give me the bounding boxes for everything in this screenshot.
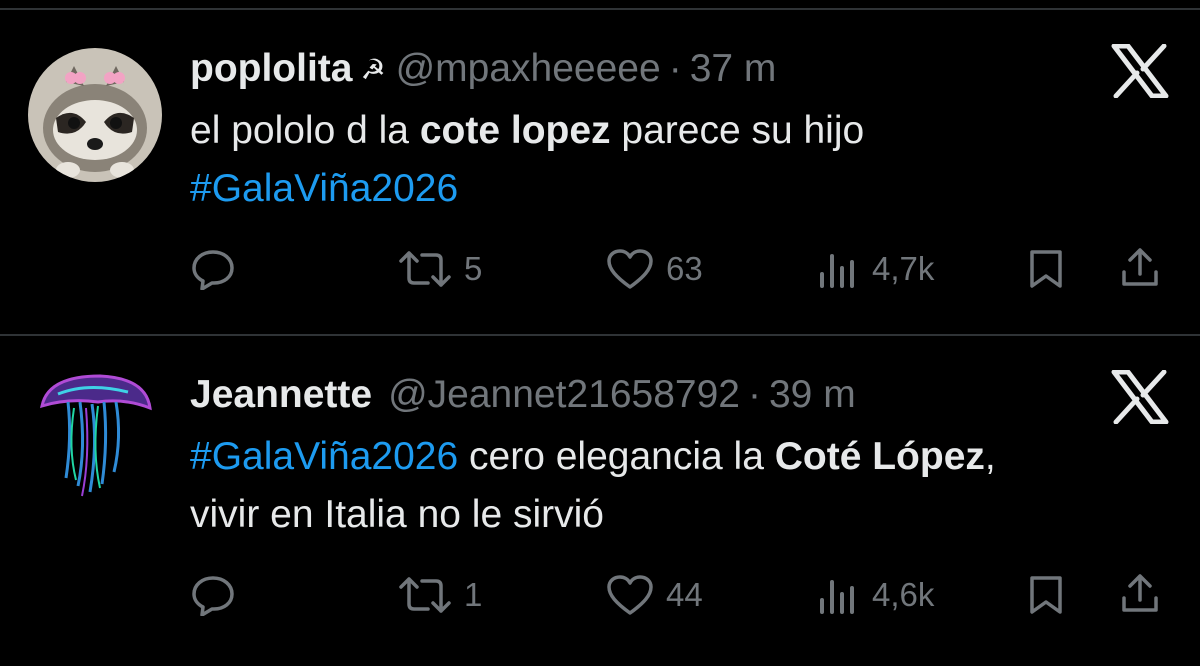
- display-name[interactable]: poplolita: [190, 47, 352, 91]
- tweet-1[interactable]: poplolita ☭ @mpaxheeeee · 37 m el pololo…: [0, 0, 1200, 334]
- repost-count: 5: [464, 250, 483, 287]
- text-segment: el pololo d la: [190, 109, 420, 152]
- bold-mention: cote lopez: [419, 109, 611, 152]
- separator-dot: ·: [747, 373, 761, 416]
- like-icon: [607, 249, 653, 289]
- user-handle[interactable]: @mpaxheeeee: [396, 47, 661, 91]
- text-segment: cero elegancia la: [458, 435, 775, 478]
- like-button[interactable]: 63: [606, 248, 703, 290]
- text-segment: parece su hijo: [610, 109, 865, 152]
- avatar[interactable]: [28, 368, 162, 502]
- separator-dot: ·: [668, 47, 682, 90]
- bookmark-icon: [1030, 576, 1062, 614]
- views-button[interactable]: 4,7k: [818, 250, 934, 288]
- like-button[interactable]: 44: [606, 574, 703, 616]
- x-logo-icon: [1111, 370, 1169, 424]
- share-button[interactable]: [1118, 572, 1162, 616]
- hashtag-link[interactable]: #GalaViña2026: [190, 167, 458, 210]
- like-icon: [607, 575, 653, 615]
- hashtag-link[interactable]: #GalaViña2026: [190, 435, 458, 478]
- text-segment: ,: [984, 435, 996, 478]
- reply-icon: [192, 250, 234, 290]
- share-icon: [1122, 248, 1158, 286]
- share-button[interactable]: [1118, 246, 1162, 290]
- views-button[interactable]: 4,6k: [818, 576, 934, 614]
- user-handle[interactable]: @Jeannet21658792: [388, 373, 740, 417]
- bookmark-button[interactable]: [1026, 574, 1066, 616]
- x-logo-icon: [1111, 44, 1169, 98]
- repost-count: 1: [464, 576, 483, 613]
- name-badge: ☭: [360, 53, 386, 85]
- tweet-text-line-2: vivir en Italia no le sirvió: [190, 493, 604, 536]
- tweet-2[interactable]: Jeannette @Jeannet21658792 · 39 m #GalaV…: [0, 336, 1200, 666]
- bookmark-button[interactable]: [1026, 248, 1066, 290]
- tweet-text: el pololo d la cote lopez parece su hijo…: [190, 102, 1170, 218]
- views-icon: [820, 580, 854, 614]
- tweet-feed: poplolita ☭ @mpaxheeeee · 37 m el pololo…: [0, 0, 1200, 666]
- avatar[interactable]: [28, 48, 162, 182]
- repost-icon: [399, 577, 451, 613]
- bookmark-icon: [1030, 250, 1062, 288]
- repost-button[interactable]: 1: [398, 576, 482, 614]
- tweet-header: Jeannette @Jeannet21658792 · 39 m: [190, 372, 856, 418]
- avatar-jellyfish: [28, 368, 162, 502]
- tweet-header: poplolita ☭ @mpaxheeeee · 37 m: [190, 46, 776, 92]
- tweet-text: #GalaViña2026 cero elegancia la Coté Lóp…: [190, 428, 1170, 544]
- like-count: 44: [666, 576, 703, 613]
- views-count: 4,6k: [872, 576, 935, 613]
- reply-icon: [192, 576, 234, 616]
- repost-button[interactable]: 5: [398, 250, 482, 288]
- repost-icon: [399, 251, 451, 287]
- timestamp[interactable]: 37 m: [690, 47, 777, 91]
- share-icon: [1122, 574, 1158, 612]
- reply-button[interactable]: [190, 574, 248, 616]
- bold-mention: Coté López: [774, 435, 985, 478]
- views-count: 4,7k: [872, 250, 935, 287]
- tweet-text-line-1: el pololo d la cote lopez parece su hijo: [190, 102, 1170, 160]
- reply-button[interactable]: [190, 248, 248, 290]
- timestamp[interactable]: 39 m: [769, 373, 856, 417]
- like-count: 63: [666, 250, 703, 287]
- views-icon: [820, 254, 854, 288]
- display-name[interactable]: Jeannette: [190, 373, 372, 417]
- avatar-raccoon: [28, 48, 162, 182]
